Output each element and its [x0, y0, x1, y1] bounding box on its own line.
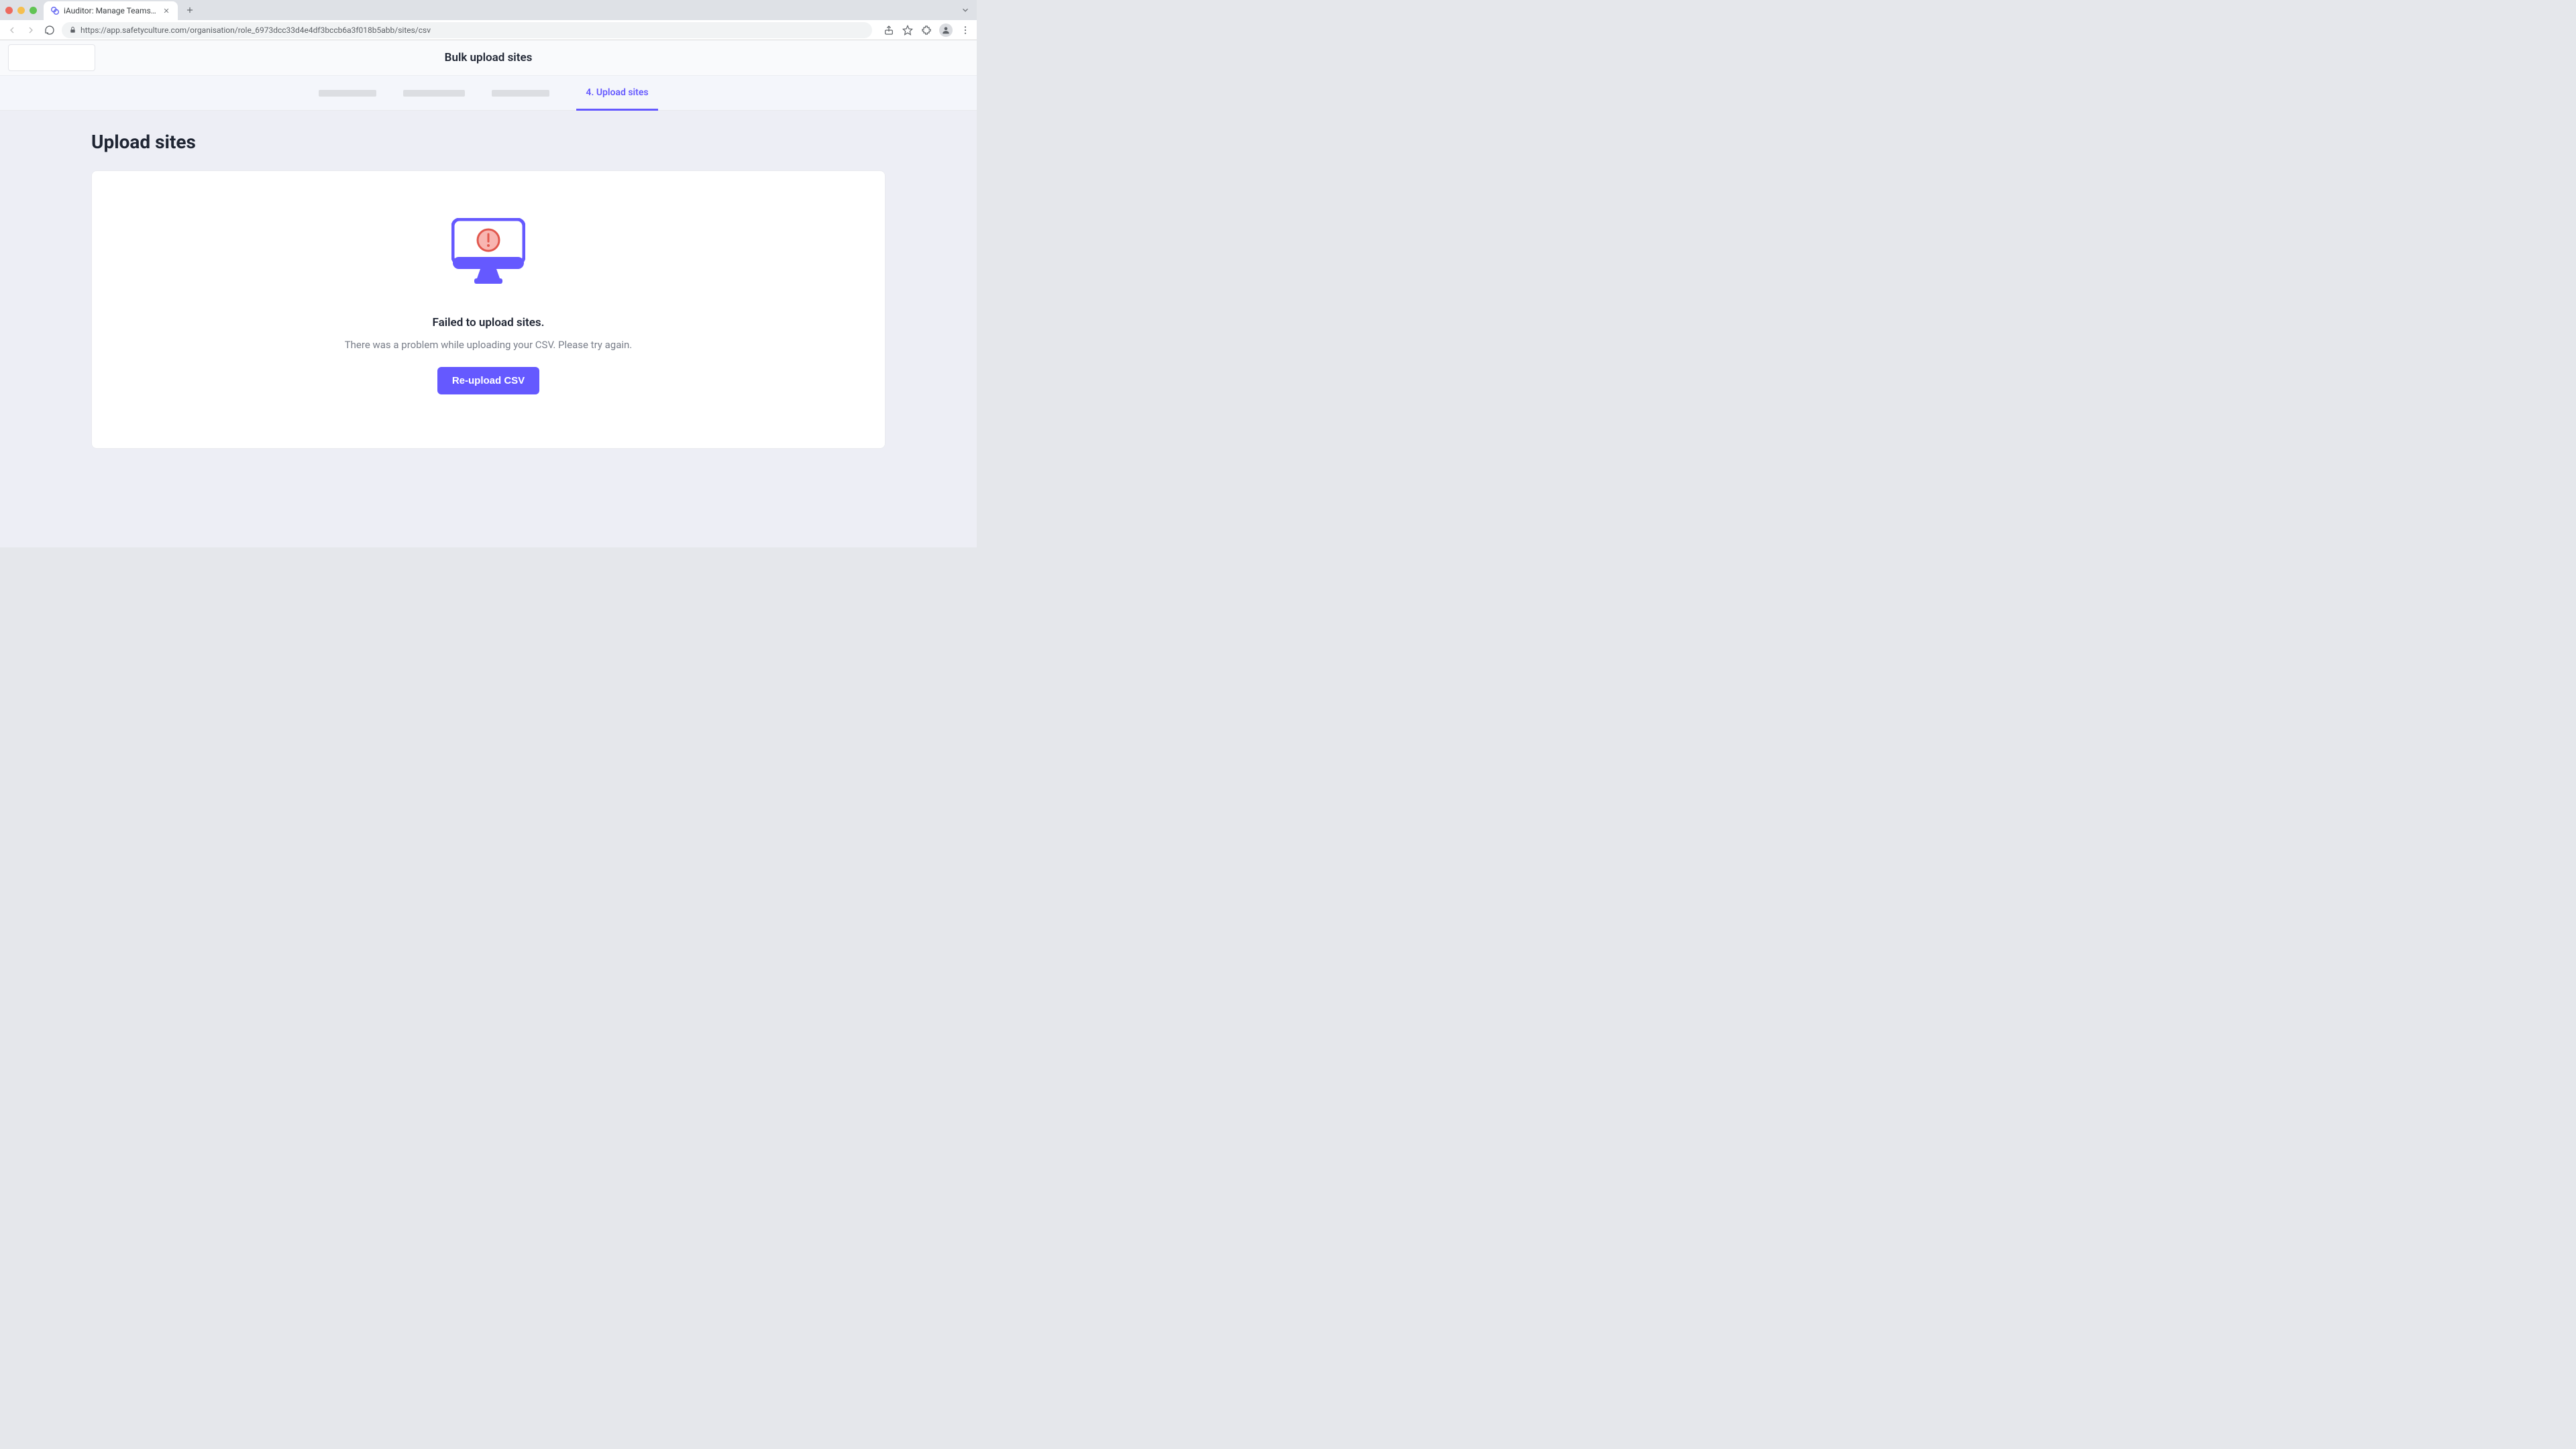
close-tab-icon[interactable]: [162, 6, 171, 15]
url-text: https://app.safetyculture.com/organisati…: [80, 25, 431, 35]
extensions-icon[interactable]: [920, 24, 932, 36]
tab-strip: iAuditor: Manage Teams and In: [0, 0, 977, 20]
minimize-window-button[interactable]: [17, 7, 25, 14]
reupload-csv-button-label: Re-upload CSV: [452, 375, 525, 386]
address-bar[interactable]: https://app.safetyculture.com/organisati…: [62, 22, 872, 38]
reupload-csv-button[interactable]: Re-upload CSV: [437, 367, 539, 394]
browser-toolbar: https://app.safetyculture.com/organisati…: [0, 20, 977, 40]
toolbar-actions: [883, 23, 971, 37]
app-header: Bulk upload sites 4. Upload sites: [0, 40, 977, 111]
error-title: Failed to upload sites.: [433, 316, 545, 329]
step-3-placeholder[interactable]: [492, 90, 549, 97]
app-viewport: Bulk upload sites 4. Upload sites Upload…: [0, 40, 977, 547]
wizard-steps: 4. Upload sites: [0, 75, 977, 110]
logo-placeholder: [8, 44, 95, 71]
profile-avatar[interactable]: [939, 23, 953, 37]
header-top-row: Bulk upload sites: [0, 40, 977, 75]
upload-error-card: Failed to upload sites. There was a prob…: [91, 170, 885, 449]
more-menu-icon[interactable]: [959, 24, 971, 36]
browser-tab[interactable]: iAuditor: Manage Teams and In: [44, 1, 178, 20]
step-4-upload-sites[interactable]: 4. Upload sites: [576, 76, 657, 111]
maximize-window-button[interactable]: [30, 7, 37, 14]
step-2-placeholder[interactable]: [403, 90, 465, 97]
tab-title: iAuditor: Manage Teams and In: [64, 6, 158, 15]
page-title: Bulk upload sites: [445, 51, 533, 64]
error-illustration: [451, 218, 525, 284]
back-button[interactable]: [5, 23, 19, 37]
error-subtitle: There was a problem while uploading your…: [345, 339, 633, 351]
new-tab-button[interactable]: [182, 2, 198, 18]
step-4-label: 4. Upload sites: [586, 87, 648, 98]
lock-icon: [68, 26, 76, 34]
window-controls: [5, 7, 37, 14]
close-window-button[interactable]: [5, 7, 13, 14]
browser-chrome: iAuditor: Manage Teams and In https://ap…: [0, 0, 977, 40]
forward-button[interactable]: [24, 23, 38, 37]
share-icon[interactable]: [883, 24, 895, 36]
section-heading: Upload sites: [91, 131, 885, 153]
main-content: Upload sites Failed to upload sites. Th: [0, 111, 977, 469]
step-1-placeholder[interactable]: [319, 90, 376, 97]
bookmark-star-icon[interactable]: [902, 24, 914, 36]
reload-button[interactable]: [43, 23, 56, 37]
tab-overflow-button[interactable]: [961, 5, 970, 15]
tab-favicon-icon: [50, 6, 60, 15]
